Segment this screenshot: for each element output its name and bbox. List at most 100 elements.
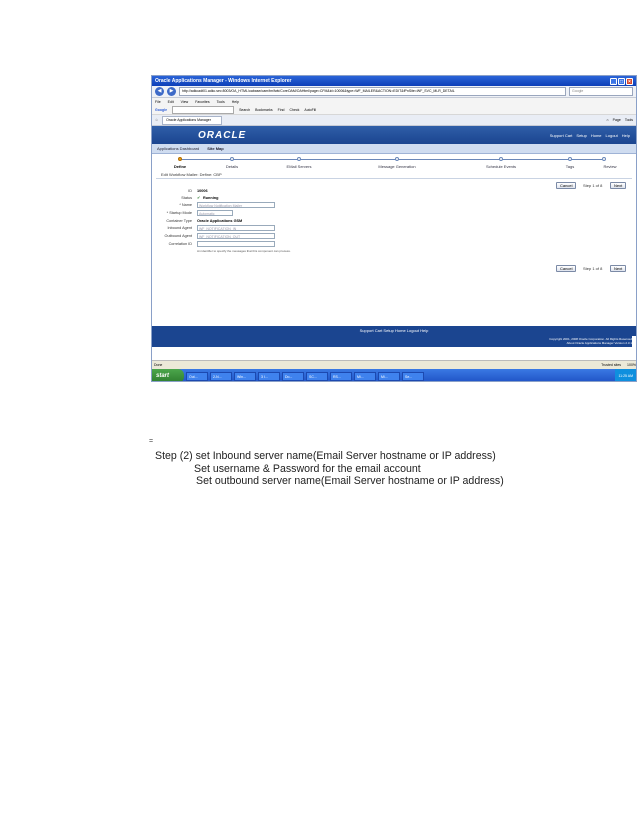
- page-title: Edit Workflow Mailer: Define: CBP: [156, 172, 632, 179]
- google-label: Google: [155, 107, 168, 112]
- train-stop-details[interactable]: [230, 157, 234, 161]
- train-stop-review[interactable]: [602, 157, 606, 161]
- forward-icon[interactable]: ▶: [167, 87, 176, 96]
- train-stop-schedule[interactable]: [499, 157, 503, 161]
- banner-link-logout[interactable]: Logout: [606, 133, 618, 138]
- instruction-text: Step (2) set Inbound server name(Email S…: [155, 450, 504, 488]
- task-item[interactable]: Mi...: [354, 371, 376, 381]
- task-item[interactable]: RS...: [330, 371, 352, 381]
- maximize-icon[interactable]: □: [618, 77, 625, 85]
- start-button[interactable]: start: [152, 369, 184, 381]
- next-button-bottom[interactable]: Next: [610, 265, 627, 272]
- tools-menu[interactable]: Tools: [625, 118, 633, 122]
- task-item[interactable]: Mi...: [378, 371, 400, 381]
- menu-tools[interactable]: Tools: [217, 100, 225, 104]
- task-item[interactable]: Out...: [186, 371, 208, 381]
- zoom-level[interactable]: 100%: [627, 361, 636, 369]
- check-icon: ✔: [197, 196, 201, 200]
- banner-link-setup[interactable]: Setup: [576, 133, 586, 138]
- train-label-details: Details: [225, 164, 239, 169]
- train-stop-email[interactable]: [297, 157, 301, 161]
- task-item[interactable]: Se...: [402, 371, 424, 381]
- train-stop-define[interactable]: [178, 157, 182, 161]
- copyright-block: Copyright 2001, 2008 Oracle Corporation.…: [152, 336, 632, 347]
- status-value: Running: [203, 196, 219, 200]
- menu-view[interactable]: View: [181, 100, 189, 104]
- banner-links: Support Cart Setup Home Logout Help: [550, 133, 630, 138]
- correlation-field[interactable]: [197, 241, 275, 247]
- crumb-site-map[interactable]: Site Map: [207, 146, 223, 151]
- inbound-field[interactable]: WF_NOTIFICATION_IN: [197, 225, 275, 231]
- menu-edit[interactable]: Edit: [168, 100, 174, 104]
- status-done: Done: [154, 363, 163, 367]
- back-icon[interactable]: ◀: [155, 87, 164, 96]
- taskbar: start Out... 2-N... Win... 3 I... Do... …: [152, 369, 636, 381]
- instruction-line-1: Step (2) set Inbound server name(Email S…: [155, 450, 496, 462]
- banner-link-home[interactable]: Home: [591, 133, 602, 138]
- tray-clock: 11:25 AM: [615, 369, 636, 381]
- address-input[interactable]: http://adkcadt01.adkc.sec:8003/OA_HTML/o…: [179, 87, 566, 96]
- next-button-top[interactable]: Next: [610, 182, 627, 189]
- train-label-tags: Tags: [565, 164, 575, 169]
- step-train: Define Details EMail Servers Message Gen…: [152, 154, 636, 172]
- trusted-zone: Trusted sites: [601, 363, 622, 367]
- task-item[interactable]: Do...: [282, 371, 304, 381]
- train-stop-message[interactable]: [395, 157, 399, 161]
- train-label-message: Message Generation: [378, 164, 416, 169]
- search-input[interactable]: Google: [569, 87, 633, 96]
- task-item[interactable]: SC...: [306, 371, 328, 381]
- tab-oracle-apps[interactable]: Oracle Applications Manager: [162, 115, 222, 125]
- train-stop-tags[interactable]: [568, 157, 572, 161]
- startup-select[interactable]: Automatic: [197, 210, 233, 216]
- find-button[interactable]: Find: [278, 108, 285, 112]
- startup-label: * Startup Mode: [166, 211, 192, 215]
- window-titlebar: Oracle Applications Manager - Windows In…: [152, 76, 636, 86]
- oracle-logo: ORACLE: [198, 129, 247, 141]
- inbound-label: Inbound Agent: [167, 226, 193, 230]
- instruction-line-3: Set outbound server name(Email Server ho…: [196, 475, 504, 487]
- name-field[interactable]: Workflow Notification Mailer: [197, 202, 275, 208]
- id-value: 10006: [197, 189, 208, 193]
- menu-file[interactable]: File: [155, 100, 161, 104]
- outbound-field[interactable]: WF_NOTIFICATION_OUT: [197, 233, 275, 239]
- google-search-input[interactable]: [172, 105, 235, 114]
- task-item[interactable]: Win...: [234, 371, 256, 381]
- about-link[interactable]: About Oracle Applications Manager Versio…: [152, 341, 632, 345]
- breadcrumb: Applications Dashboard Site Map: [152, 144, 636, 154]
- autofill-button[interactable]: AutoFill: [304, 108, 316, 112]
- correlation-hint: An identifier to specify the messages th…: [197, 249, 291, 253]
- address-bar-row: ◀ ▶ http://adkcadt01.adkc.sec:8003/OA_HT…: [152, 86, 636, 98]
- page-menu[interactable]: Page: [613, 118, 621, 122]
- google-search-button[interactable]: Search: [239, 108, 250, 112]
- train-label-email: EMail Servers: [286, 164, 312, 169]
- minimize-icon[interactable]: _: [610, 77, 617, 85]
- menu-help[interactable]: Help: [232, 100, 239, 104]
- container-value: Oracle Applications GSM: [197, 219, 243, 223]
- correlation-label: Correlation ID: [168, 242, 192, 246]
- oracle-banner: ORACLE Support Cart Setup Home Logout He…: [152, 126, 636, 144]
- mailer-form: Cancel Step 1 of 8 Next ID 10006 Status …: [152, 179, 636, 289]
- favorites-star-icon[interactable]: ☆: [155, 118, 158, 122]
- status-bar: Done Trusted sites 100%: [152, 360, 636, 369]
- banner-link-support-cart[interactable]: Support Cart: [550, 133, 573, 138]
- home-icon[interactable]: ⌂: [607, 118, 609, 122]
- task-item[interactable]: 2-N...: [210, 371, 232, 381]
- cancel-button-top[interactable]: Cancel: [556, 182, 577, 189]
- step-indicator-bottom: Step 1 of 8: [583, 266, 603, 271]
- close-icon[interactable]: ×: [626, 77, 633, 85]
- menu-bar: File Edit View Favorites Tools Help: [152, 98, 636, 105]
- check-button[interactable]: Check: [289, 108, 299, 112]
- footer-links[interactable]: Support Cart Setup Home Logout Help: [152, 326, 636, 336]
- banner-link-help[interactable]: Help: [622, 133, 630, 138]
- menu-favorites[interactable]: Favorites: [195, 100, 209, 104]
- bookmarks-button[interactable]: Bookmarks: [255, 108, 273, 112]
- name-label: * Name: [179, 203, 192, 207]
- id-label: ID: [188, 189, 192, 193]
- status-label: Status: [181, 196, 192, 200]
- cancel-button-bottom[interactable]: Cancel: [556, 265, 577, 272]
- task-item[interactable]: 3 I...: [258, 371, 280, 381]
- google-toolbar: Google Search Bookmarks Find Check AutoF…: [152, 105, 636, 115]
- crumb-dashboard[interactable]: Applications Dashboard: [157, 146, 199, 151]
- equals-marker: =: [149, 438, 154, 445]
- instruction-line-2: Set username & Password for the email ac…: [194, 462, 421, 475]
